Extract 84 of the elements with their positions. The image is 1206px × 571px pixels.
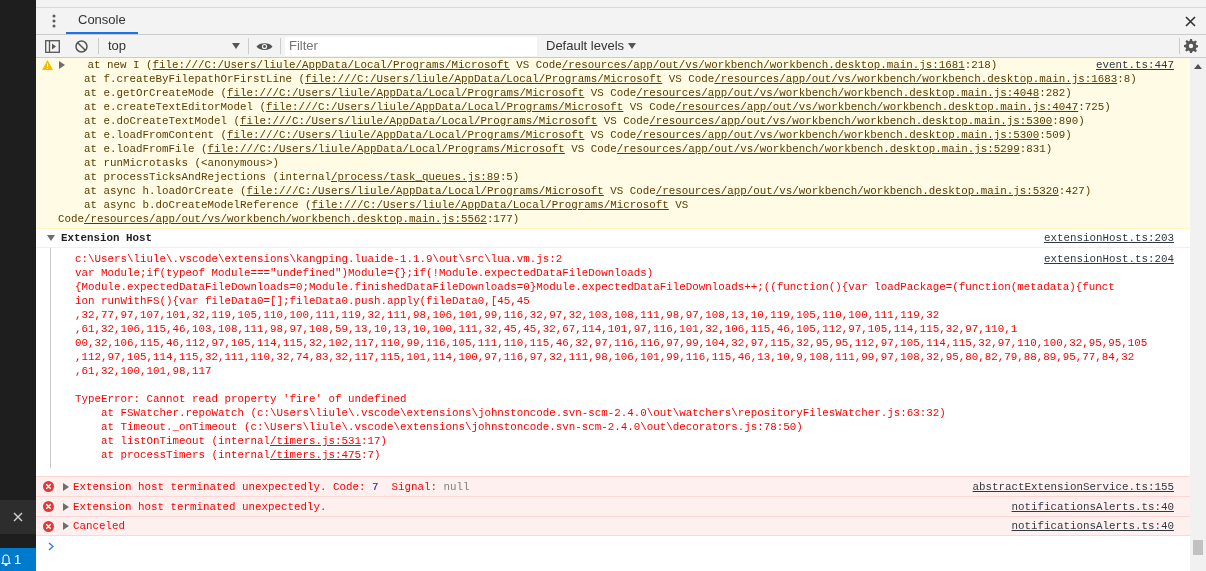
scrollbar[interactable] (1190, 58, 1206, 571)
context-dropdown[interactable]: top (108, 36, 248, 56)
error-text-line: 00,32,106,115,46,112,97,105,114,115,32,102,117,110,99,116,105,111,110,115,46,32,97,116,116,97,99,104,32,97,115,32,95,95,112,97,105,114,115,32,97,110,100,32,95,95,105 (75, 336, 1149, 350)
stack-trace-line: at new I (file:///C:/Users/liule/AppData/Local/Programs/Microsoft VS Code/resources/app/out/vs/workbench/workbench.desktop.main.js:1681:218) (86, 58, 999, 72)
sidebar-toggle-icon[interactable] (45, 39, 60, 53)
error-text-line: ,112,97,105,114,115,32,111,110,32,74,83,32,117,115,101,114,100,97,116,97,32,111,98,106,101,99,116,115,46,13,10,9,108,111,99,97,108,32,95,80,82,79,88,89,95,77,84,32 (75, 350, 1136, 364)
error-text-line: ,61,32,100,101,98,117 (75, 364, 213, 378)
error-text-line: {Module.expectedDataFileDownloads=0;Module.finishedDataFileDownloads=0}Module.expectedDataFileDownloads++;((function(){var loadPackage=(function(metadata){funct (75, 280, 1116, 294)
error-text-line: at processTimers (internal/timers.js:475:7) (100, 448, 382, 462)
filter-field[interactable]: Filter (285, 36, 537, 56)
caret-icon (628, 43, 637, 49)
caret-icon (232, 43, 240, 49)
stack-trace-line: at e.loadFromContent (file:///C:/Users/liule/AppData/Local/Programs/Microsoft VS Code/resources/app/out/vs/workbench/workbench.desktop.main.js:5300:509) (83, 128, 1073, 142)
file-link[interactable]: file:///C:/Users/liule/AppData/Local/Programs/Microsoft (311, 199, 669, 211)
clear-console-icon[interactable] (75, 39, 88, 53)
file-link[interactable]: file:///C:/Users/liule/AppData/Local/Programs/Microsoft (246, 185, 604, 197)
source-link[interactable]: notificationsAlerts.ts:40 (1011, 519, 1174, 533)
file-link[interactable]: /resources/app/out/vs/workbench/workbench.desktop.main.js:4048 (636, 87, 1040, 99)
file-link[interactable]: file:///C:/Users/liule/AppData/Local/Programs/Microsoft (304, 73, 663, 85)
file-link[interactable]: /resources/app/out/vs/workbench/workbench.desktop.main.js:1681 (561, 59, 965, 71)
warning-icon (42, 60, 53, 70)
bell-icon (1, 553, 11, 566)
log-levels-dropdown[interactable]: Default levels (546, 36, 637, 56)
stack-trace-line: at e.createTextEditorModel (file:///C:/Users/liule/AppData/Local/Programs/Microsoft VS Code/resources/app/out/vs/workbench/workbench.desktop.main.js:4047:725) (83, 100, 1112, 114)
file-link[interactable]: /resources/app/out/vs/workbench/workbench.desktop.main.js:5299 (616, 143, 1020, 155)
file-link[interactable]: file:///C:/Users/liule/AppData/Local/Programs/Microsoft (207, 143, 565, 155)
expand-arrow-icon[interactable] (62, 522, 70, 530)
close-button[interactable] (0, 500, 36, 534)
error-icon (43, 501, 54, 512)
eye-icon[interactable] (256, 40, 273, 52)
stack-trace-line: at e.loadFromFile (file:///C:/Users/liule/AppData/Local/Programs/Microsoft VS Code/resources/app/out/vs/workbench/workbench.desktop.main.js:5299:831) (83, 142, 1054, 156)
error-text-line: c:\Users\liule\.vscode\extensions\kangping.luaide-1.1.9\out\src\lua.vm.js:2 (75, 252, 564, 266)
error-text-line: ion runWithFS(){var fileData0=[];fileData0.push.apply(fileData0,[45,45 (75, 294, 531, 308)
error-text-line: at FSWatcher.repoWatch (c:\Users\liule\.vscode\extensions\johnstoncode.svn-scm-2.4.0\out\watchers\repositoryFilesWatcher.js:63:32) (100, 406, 947, 420)
close-icon[interactable] (1185, 15, 1196, 27)
file-link[interactable]: file:///C:/Users/liule/AppData/Local/Programs/Microsoft (226, 87, 585, 99)
error-message: Extension host terminated unexpectedly. (73, 499, 327, 514)
source-link[interactable]: extensionHost.ts:203 (1044, 231, 1174, 245)
error-message: Extension host terminated unexpectedly. Code: 7 Signal: null (73, 479, 470, 494)
file-link[interactable]: /resources/app/out/vs/workbench/workbench.desktop.main.js:5300 (649, 115, 1053, 127)
source-link[interactable]: notificationsAlerts.ts:40 (1011, 499, 1174, 514)
stack-trace-line: at e.getOrCreateMode (file:///C:/Users/liule/AppData/Local/Programs/Microsoft VS Code/resources/app/out/vs/workbench/workbench.desktop.main.js:4048:282) (83, 86, 1073, 100)
scroll-up-icon[interactable] (1194, 64, 1202, 69)
error-text-line: at listOnTimeout (internal/timers.js:531:17) (100, 434, 388, 448)
stack-trace-line: at f.createByFilepathOrFirstLine (file:///C:/Users/liule/AppData/Local/Programs/Microsoft VS Code/resources/app/out/vs/workbench/workbench.desktop.main.js:1683:8) (83, 72, 1138, 86)
settings-icon[interactable] (1184, 39, 1198, 53)
error-text-line: TypeError: Cannot read property 'fire' of undefined (75, 392, 408, 406)
collapse-arrow-icon[interactable] (47, 234, 55, 242)
source-link[interactable]: event.ts:447 (1096, 58, 1174, 72)
file-link[interactable]: /resources/app/out/vs/workbench/workbench.desktop.main.js:1683 (714, 73, 1118, 85)
file-link[interactable]: /resources/app/out/vs/workbench/workbench.desktop.main.js:5562 (84, 213, 487, 225)
stack-trace-line: at runMicrotasks (<anonymous>) (83, 156, 280, 170)
file-link[interactable]: /resources/app/out/vs/workbench/workbench.desktop.main.js:4047 (675, 101, 1079, 113)
expand-arrow-icon[interactable] (62, 482, 70, 491)
source-link[interactable]: extensionHost.ts:204 (1044, 252, 1174, 266)
more-options-icon[interactable] (52, 14, 56, 28)
file-link[interactable]: file:///C:/Users/liule/AppData/Local/Programs/Microsoft (152, 59, 510, 71)
stack-trace-line: at async h.loadOrCreate (file:///C:/Users/liule/AppData/Local/Programs/Microsoft VS Code/resources/app/out/vs/workbench/workbench.desktop.main.js:5320:427) (83, 184, 1093, 198)
source-link[interactable]: abstractExtensionService.ts:155 (972, 479, 1174, 494)
error-text-line: ,61,32,106,115,46,103,108,111,98,97,108,59,13,10,13,10,100,111,32,45,45,32,67,114,101,97,116,101,32,106,115,46,105,112,97,105,114,115,32,97,110,1 (75, 322, 1019, 336)
error-text-line: at Timeout._onTimeout (c:\Users\liule\.vscode\extensions\johnstoncode.svn-scm-2.4.0\out\decorators.js:78:50) (100, 420, 804, 434)
prompt-icon[interactable] (48, 541, 54, 551)
notification-count: 1 (14, 550, 22, 569)
file-link[interactable]: /resources/app/out/vs/workbench/workbench.desktop.main.js:5300 (636, 129, 1040, 141)
expand-arrow-icon[interactable] (62, 502, 70, 511)
file-link[interactable]: /resources/app/out/vs/workbench/workbench.desktop.main.js:5320 (655, 185, 1059, 197)
stack-trace-line: at processTicksAndRejections (internal/process/task_queues.js:89:5) (83, 170, 521, 184)
stack-trace-line: at e.doCreateTextModel (file:///C:/Users/liule/AppData/Local/Programs/Microsoft VS Code/resources/app/out/vs/workbench/workbench.desktop.main.js:5300:890) (83, 114, 1086, 128)
file-link[interactable]: file:///C:/Users/liule/AppData/Local/Programs/Microsoft (265, 101, 624, 113)
expand-arrow-icon[interactable] (58, 61, 66, 69)
file-link[interactable]: file:///C:/Users/liule/AppData/Local/Programs/Microsoft (239, 115, 598, 127)
error-icon (43, 520, 54, 532)
error-message: Canceled (73, 519, 125, 533)
error-text-line: var Module;if(typeof Module==="undefined")Module={};if(!Module.expectedDataFileDownloads) (75, 266, 655, 280)
file-link[interactable]: /process/task_queues.js:89 (330, 171, 500, 183)
close-icon (13, 512, 23, 522)
file-link[interactable]: /timers.js:531 (269, 435, 361, 447)
error-text-line: ,32,77,97,107,101,32,119,105,110,100,111,119,32,111,98,106,101,99,116,32,97,32,103,108,111,98,97,108,13,10,119,105,110,100,111,119,32 (75, 308, 941, 322)
file-link[interactable]: file:///C:/Users/liule/AppData/Local/Programs/Microsoft (226, 129, 585, 141)
file-link[interactable]: /timers.js:475 (269, 449, 361, 461)
stack-trace-line: at async b.doCreateModelReference (file:///C:/Users/liule/AppData/Local/Programs/Microsoft VS Code/resources/app/out/vs/workbench/workbench.desktop.main.js:5562:177) (58, 198, 690, 226)
scrollbar-thumb[interactable] (1193, 540, 1203, 555)
group-title[interactable]: Extension Host (61, 231, 152, 245)
error-icon (43, 481, 54, 492)
